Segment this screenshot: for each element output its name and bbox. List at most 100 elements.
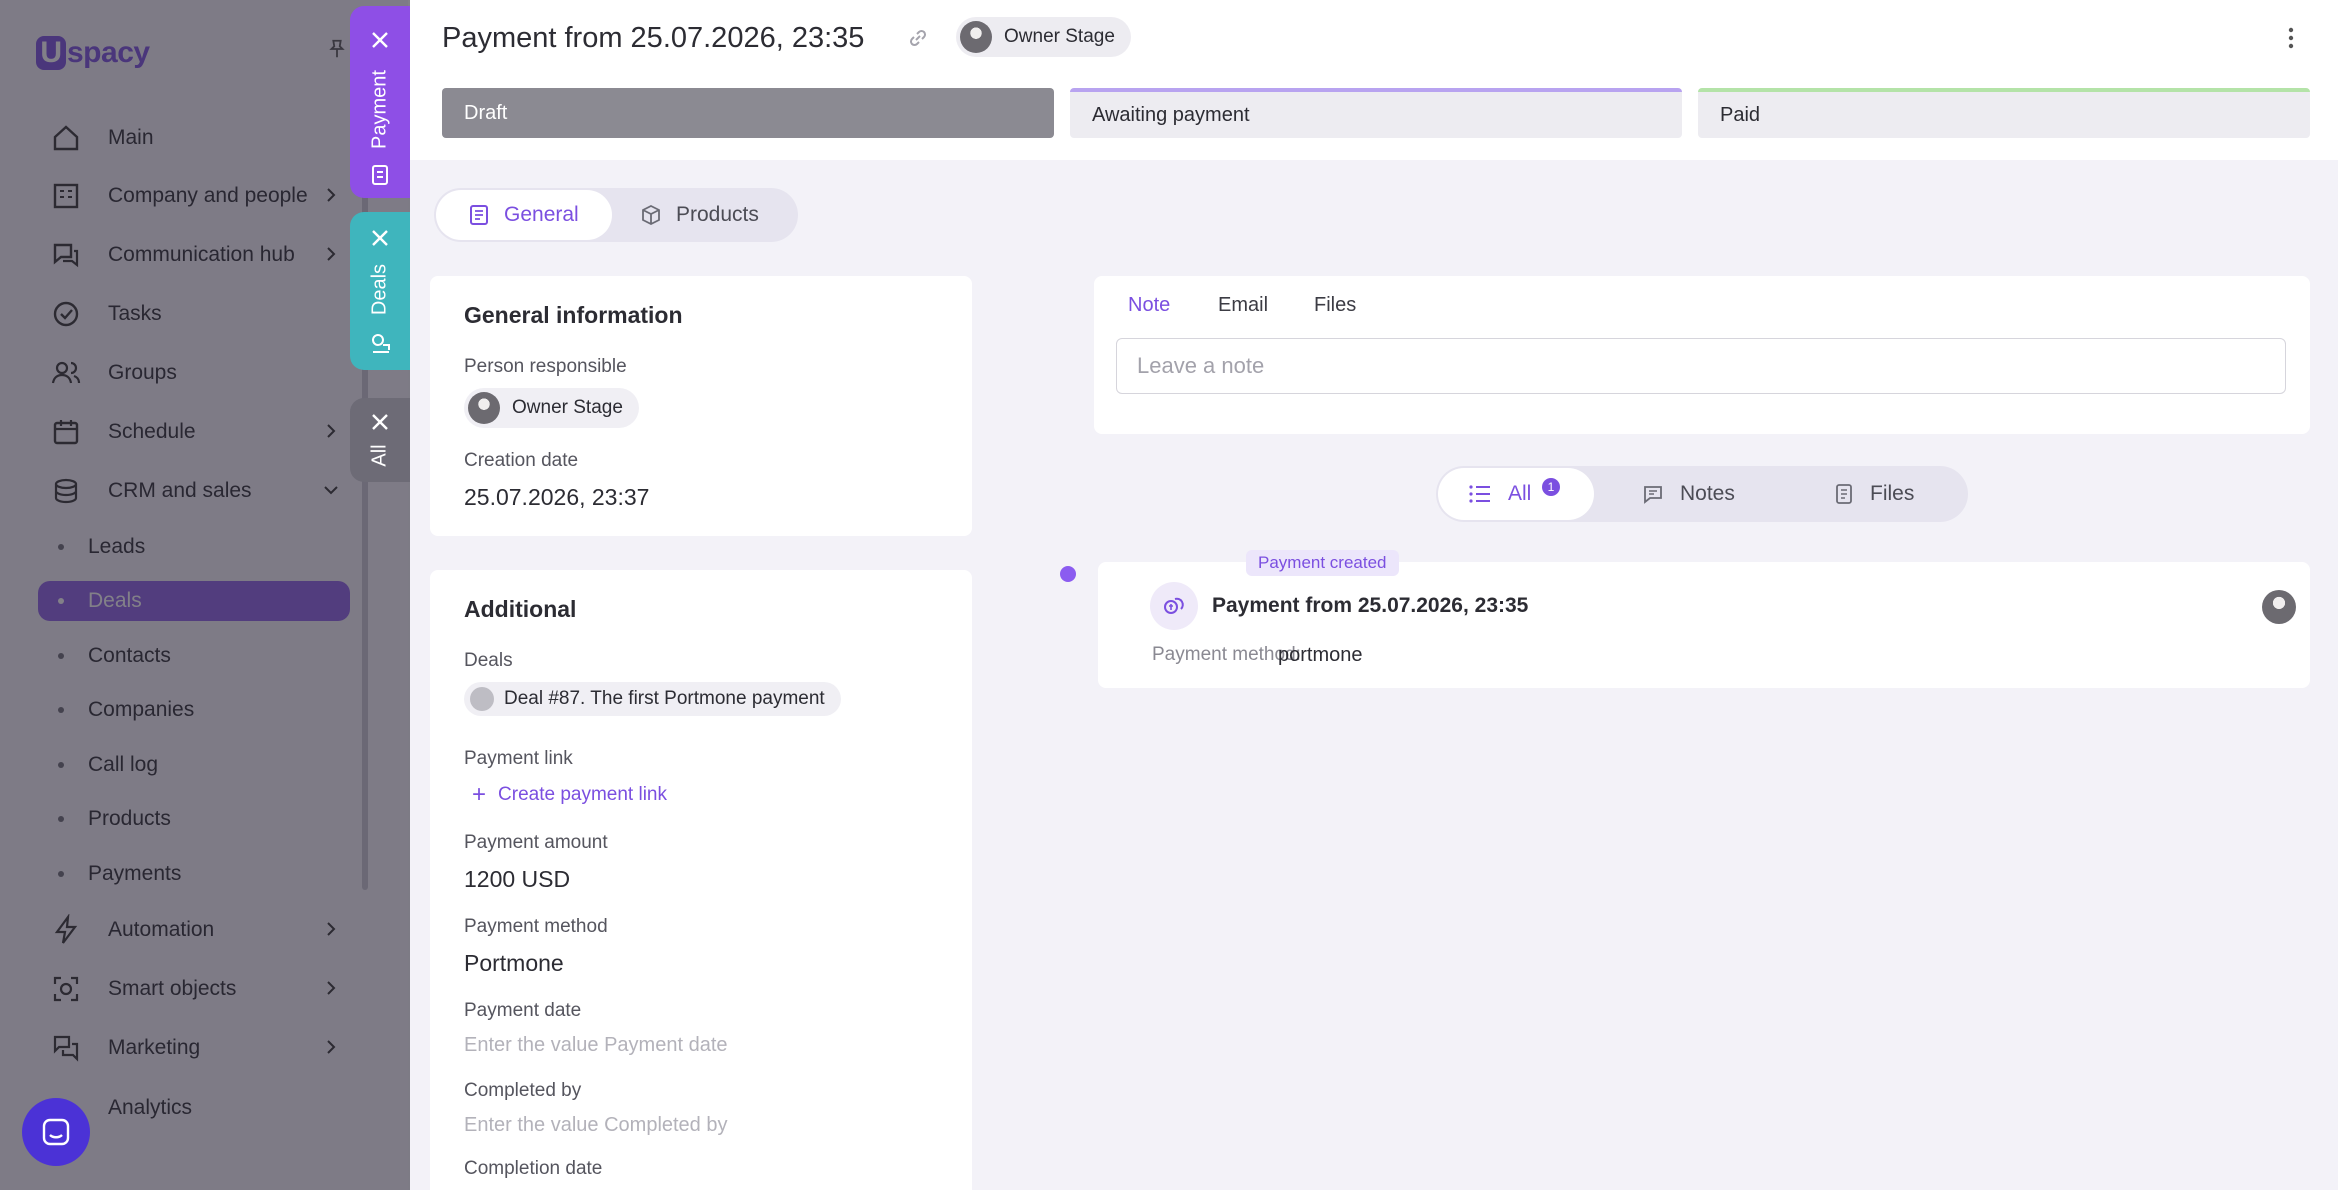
- sidebar-subitem-payments[interactable]: Payments: [58, 854, 350, 894]
- panel-tab-deals[interactable]: Deals: [350, 212, 410, 370]
- pin-icon[interactable]: [326, 38, 348, 60]
- sidebar-item-communication[interactable]: Communication hub: [50, 235, 346, 275]
- person-responsible-chip[interactable]: Owner Stage: [464, 388, 639, 428]
- chat-icon: [42, 1118, 70, 1146]
- bullet-dot: [58, 544, 64, 550]
- stage-label: Draft: [464, 101, 508, 124]
- stage-awaiting-payment[interactable]: Awaiting payment: [1070, 88, 1682, 138]
- sidebar-item-groups[interactable]: Groups: [50, 353, 346, 393]
- field-label: Person responsible: [464, 356, 627, 377]
- payment-method-value[interactable]: Portmone: [464, 950, 564, 977]
- sidebar-item-analytics[interactable]: Analytics: [50, 1088, 346, 1128]
- sidebar-item-label: CRM and sales: [108, 479, 252, 502]
- field-label: Payment link: [464, 748, 573, 769]
- field-label: Payment date: [464, 1000, 582, 1021]
- sidebar-item-label: Smart objects: [108, 977, 237, 1000]
- field-label: Completion date: [464, 1158, 603, 1179]
- sidebar-subitem-label: Leads: [88, 535, 146, 558]
- filter-tab-all[interactable]: All 1: [1438, 468, 1594, 520]
- calendar-icon: [53, 420, 79, 445]
- sidebar-subitem-contacts[interactable]: Contacts: [58, 636, 350, 676]
- timeline-dot: [1060, 566, 1076, 582]
- tab-email[interactable]: Email: [1218, 294, 1268, 317]
- filter-label: Notes: [1680, 482, 1735, 505]
- sidebar-item-crm[interactable]: CRM and sales: [50, 471, 346, 511]
- bullet-dot: [58, 762, 64, 768]
- panel-tab-all[interactable]: All: [350, 398, 410, 482]
- owner-chip[interactable]: Owner Stage: [956, 17, 1131, 57]
- sidebar-subitem-label: Payments: [88, 862, 182, 885]
- tab-note[interactable]: Note: [1128, 294, 1170, 317]
- tab-label: Products: [676, 203, 759, 226]
- stage-paid[interactable]: Paid: [1698, 88, 2310, 138]
- sidebar-item-company[interactable]: Company and people: [50, 176, 346, 216]
- deal-chip[interactable]: Deal #87. The first Portmone payment: [464, 682, 841, 716]
- filter-tab-notes[interactable]: Notes: [1642, 468, 1735, 520]
- bullet-dot: [58, 598, 64, 604]
- note-input[interactable]: [1116, 338, 2286, 394]
- payment-amount-value[interactable]: 1200 USD: [464, 866, 570, 893]
- close-icon[interactable]: [368, 28, 392, 52]
- note-card: Note Email Files: [1094, 276, 2310, 434]
- create-payment-link-button[interactable]: + Create payment link: [464, 781, 667, 808]
- tab-general[interactable]: General: [436, 190, 612, 240]
- sidebar-subitem-deals[interactable]: Deals: [38, 581, 350, 621]
- tab-files[interactable]: Files: [1314, 294, 1356, 317]
- avatar[interactable]: [2262, 590, 2296, 624]
- sidebar-subitem-call-log[interactable]: Call log: [58, 745, 350, 785]
- chevron-right-icon: [327, 922, 336, 936]
- filter-tab-files[interactable]: Files: [1834, 468, 1914, 520]
- timeline-event-card[interactable]: Payment created Payment from 25.07.2026,…: [1098, 550, 2310, 688]
- smart-objects-icon: [53, 976, 79, 1002]
- bullet-dot: [58, 871, 64, 877]
- sidebar-item-smart-objects[interactable]: Smart objects: [50, 969, 346, 1009]
- sidebar-item-tasks[interactable]: Tasks: [50, 294, 346, 334]
- payment-icon: [1150, 582, 1198, 630]
- event-title[interactable]: Payment from 25.07.2026, 23:35: [1212, 594, 1528, 618]
- app-logo[interactable]: Uspacy: [36, 36, 150, 70]
- sidebar-subitem-leads[interactable]: Leads: [58, 527, 350, 567]
- stage-label: Awaiting payment: [1092, 103, 1250, 126]
- bullet-dot: [58, 653, 64, 659]
- close-icon[interactable]: [368, 410, 392, 434]
- chevron-right-icon: [327, 188, 336, 202]
- list-icon: [1469, 485, 1490, 503]
- sidebar-item-marketing[interactable]: Marketing: [50, 1028, 346, 1068]
- general-info-card: General information Person responsible O…: [430, 276, 972, 536]
- receipt-icon: [372, 165, 388, 185]
- deal-name: Deal #87. The first Portmone payment: [504, 688, 825, 709]
- plus-icon: +: [472, 781, 487, 808]
- sidebar-item-automation[interactable]: Automation: [50, 910, 346, 950]
- marketing-icon: [53, 1035, 79, 1062]
- view-tabs: General Products: [434, 188, 798, 242]
- tab-products[interactable]: Products: [640, 190, 759, 240]
- chevron-right-icon: [327, 424, 336, 438]
- sidebar-item-label: Schedule: [108, 420, 196, 443]
- sidebar-subitem-label: Deals: [88, 589, 142, 612]
- home-icon: [53, 125, 79, 151]
- sidebar-item-schedule[interactable]: Schedule: [50, 412, 346, 452]
- more-vertical-icon[interactable]: [2288, 26, 2294, 50]
- page-title: Payment from 25.07.2026, 23:35: [442, 22, 865, 54]
- chat-support-button[interactable]: [22, 1098, 90, 1166]
- completed-by-field[interactable]: Enter the value Completed by: [464, 1114, 728, 1137]
- sidebar-subitem-products[interactable]: Products: [58, 799, 350, 839]
- count-badge: 1: [1542, 478, 1560, 496]
- field-label: Payment amount: [464, 832, 608, 853]
- chevron-right-icon: [327, 1040, 336, 1054]
- sidebar-item-label: Marketing: [108, 1036, 201, 1059]
- sidebar-subitem-label: Products: [88, 807, 171, 830]
- stage-draft[interactable]: Draft: [442, 88, 1054, 138]
- owner-name: Owner Stage: [1004, 26, 1115, 47]
- payment-date-field[interactable]: Enter the value Payment date: [464, 1034, 728, 1057]
- timeline-filter-tabs: All 1 Notes Files: [1436, 466, 1968, 522]
- bullet-dot: [58, 816, 64, 822]
- groups-icon: [51, 361, 81, 384]
- chevron-right-icon: [327, 247, 336, 261]
- field-label: Payment method: [464, 916, 608, 937]
- close-icon[interactable]: [368, 226, 392, 250]
- panel-tab-payment[interactable]: Payment: [350, 6, 410, 198]
- link-icon[interactable]: [906, 26, 930, 50]
- sidebar-subitem-companies[interactable]: Companies: [58, 690, 350, 730]
- sidebar-item-main[interactable]: Main: [50, 118, 346, 158]
